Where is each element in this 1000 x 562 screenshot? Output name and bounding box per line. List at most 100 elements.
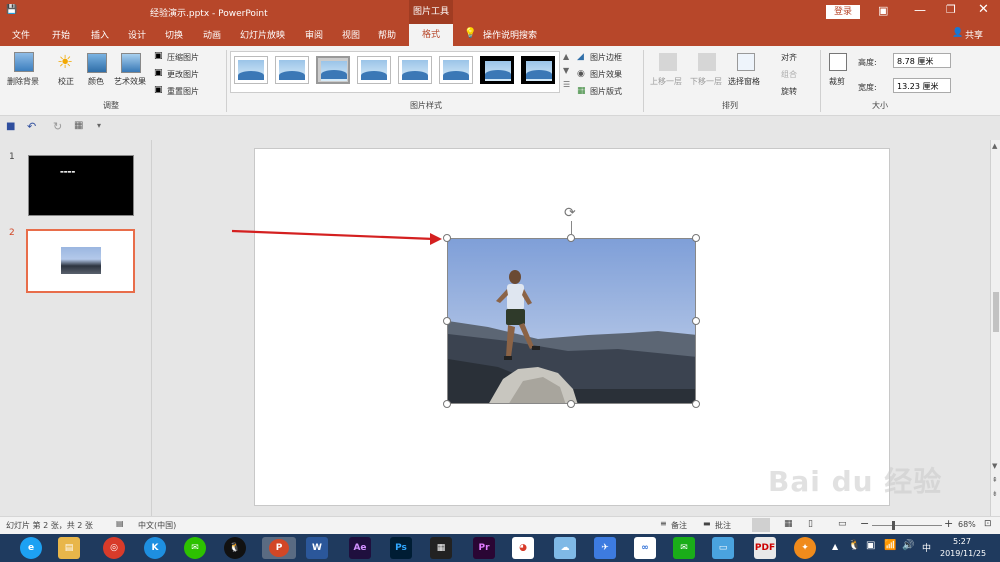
- zoom-level[interactable]: 68%: [958, 520, 976, 529]
- chart-app-icon[interactable]: ◕: [512, 537, 534, 559]
- video-editor-icon[interactable]: ▦: [430, 537, 452, 559]
- tab-review[interactable]: 审阅: [305, 28, 323, 41]
- selection-pane-icon[interactable]: [737, 53, 755, 71]
- style-thumb-6[interactable]: [439, 56, 473, 84]
- style-thumb-7[interactable]: [480, 56, 514, 84]
- align[interactable]: 对齐: [781, 52, 797, 63]
- rotate-handle-icon[interactable]: ⟳: [564, 205, 576, 221]
- notes-app-icon[interactable]: ▭: [712, 537, 734, 559]
- bring-forward[interactable]: 上移一层: [650, 76, 682, 87]
- undo-icon[interactable]: ↶: [27, 120, 36, 133]
- rotate[interactable]: 旋转: [781, 86, 797, 97]
- tab-design[interactable]: 设计: [128, 28, 146, 41]
- selected-picture[interactable]: [447, 238, 696, 404]
- tab-slideshow[interactable]: 幻灯片放映: [240, 28, 285, 41]
- resize-handle-ne[interactable]: [692, 234, 700, 242]
- artistic-effects-label[interactable]: 艺术效果: [114, 76, 146, 87]
- ime-icon[interactable]: 中: [922, 541, 931, 554]
- corrections-icon[interactable]: ☀: [57, 52, 73, 73]
- style-thumb-1[interactable]: [234, 56, 268, 84]
- color-icon[interactable]: [87, 53, 107, 73]
- slide-thumb-1[interactable]: ▬▬▬▬: [28, 155, 134, 216]
- spellcheck-icon[interactable]: ▤: [116, 519, 124, 528]
- share-button[interactable]: 共享: [965, 28, 983, 41]
- notes-button[interactable]: 备注: [671, 520, 687, 531]
- style-thumb-5[interactable]: [398, 56, 432, 84]
- zoom-in-icon[interactable]: +: [944, 517, 953, 530]
- style-thumb-4[interactable]: [357, 56, 391, 84]
- cloud-app-icon[interactable]: ☁: [554, 537, 576, 559]
- reading-view-icon[interactable]: ▯: [808, 519, 813, 529]
- resize-handle-e[interactable]: [692, 317, 700, 325]
- send-backward[interactable]: 下移一层: [690, 76, 722, 87]
- minimize-icon[interactable]: —: [914, 3, 926, 17]
- picture-layout[interactable]: 图片版式: [590, 86, 622, 97]
- netease-music-icon[interactable]: ◎: [103, 537, 125, 559]
- normal-view-icon[interactable]: [752, 518, 770, 532]
- bring-forward-icon[interactable]: [659, 53, 677, 71]
- restore-icon[interactable]: ❐: [946, 3, 956, 16]
- send-backward-icon[interactable]: [698, 53, 716, 71]
- pdf-icon[interactable]: PDF: [754, 537, 776, 559]
- remove-background-label[interactable]: 删除背景: [7, 76, 39, 87]
- clock-date[interactable]: 2019/11/25: [940, 549, 986, 558]
- crop[interactable]: 裁剪: [829, 76, 845, 87]
- login-button[interactable]: 登录: [826, 5, 860, 19]
- prev-slide-icon[interactable]: ⇞: [992, 476, 998, 484]
- tab-transitions[interactable]: 切换: [165, 28, 183, 41]
- network-error-icon[interactable]: ▣: [866, 540, 875, 551]
- powerpoint-taskbar-icon[interactable]: P: [262, 537, 296, 559]
- next-slide-icon[interactable]: ⇟: [992, 490, 998, 498]
- file-explorer-icon[interactable]: ▤: [58, 537, 80, 559]
- resize-handle-s[interactable]: [567, 400, 575, 408]
- reset-picture[interactable]: 重置图片: [167, 86, 199, 97]
- vertical-scrollbar[interactable]: ▲ ▼ ⇞ ⇟: [990, 140, 1000, 516]
- corrections-label[interactable]: 校正: [58, 76, 74, 87]
- customize-qat-icon[interactable]: ▾: [97, 121, 101, 130]
- zoom-out-icon[interactable]: −: [860, 517, 869, 530]
- close-icon[interactable]: ✕: [978, 2, 989, 17]
- slideshow-from-start-icon[interactable]: ▦: [74, 120, 83, 131]
- kugou-icon[interactable]: K: [144, 537, 166, 559]
- style-thumb-2[interactable]: [275, 56, 309, 84]
- height-field[interactable]: 8.78 厘米: [893, 53, 951, 68]
- wechat-icon[interactable]: ✉: [184, 537, 206, 559]
- save-icon[interactable]: 💾: [6, 5, 17, 15]
- fit-slide-icon[interactable]: ⊡: [984, 519, 992, 529]
- wifi-icon[interactable]: 📶: [884, 540, 896, 551]
- tab-animations[interactable]: 动画: [203, 28, 221, 41]
- wechat-work-icon[interactable]: ✉: [673, 537, 695, 559]
- browser-icon[interactable]: e: [20, 537, 42, 559]
- slide-sorter-icon[interactable]: ▦: [784, 519, 793, 529]
- compress-pictures[interactable]: 压缩图片: [167, 52, 199, 63]
- volume-icon[interactable]: 🔊: [902, 540, 914, 551]
- tell-me-search[interactable]: 操作说明搜索: [483, 28, 537, 41]
- selection-pane[interactable]: 选择窗格: [728, 76, 760, 87]
- color-label[interactable]: 颜色: [88, 76, 104, 87]
- resize-handle-sw[interactable]: [443, 400, 451, 408]
- slideshow-view-icon[interactable]: ▭: [838, 519, 847, 529]
- resize-handle-w[interactable]: [443, 317, 451, 325]
- tray-expand-icon[interactable]: ▲: [832, 542, 838, 551]
- scroll-up-icon[interactable]: ▲: [992, 142, 997, 150]
- comments-button[interactable]: 批注: [715, 520, 731, 531]
- zoom-slider[interactable]: [872, 525, 942, 526]
- baidu-netdisk-icon[interactable]: ∞: [634, 537, 656, 559]
- photoshop-icon[interactable]: Ps: [390, 537, 412, 559]
- style-thumb-8[interactable]: [521, 56, 555, 84]
- tab-file[interactable]: 文件: [12, 28, 30, 41]
- save-icon[interactable]: ■: [6, 121, 15, 132]
- language-indicator[interactable]: 中文(中国): [138, 520, 176, 531]
- zoom-slider-thumb[interactable]: [892, 521, 895, 530]
- group[interactable]: 组合: [781, 69, 797, 80]
- tab-help[interactable]: 帮助: [378, 28, 396, 41]
- style-thumb-3[interactable]: [316, 56, 350, 84]
- scroll-thumb[interactable]: [993, 292, 999, 332]
- tab-home[interactable]: 开始: [52, 28, 70, 41]
- word-icon[interactable]: W: [306, 537, 328, 559]
- gallery-down-icon[interactable]: ▼: [563, 66, 569, 75]
- redo-icon[interactable]: ↻: [53, 120, 62, 133]
- picture-effects[interactable]: 图片效果: [590, 69, 622, 80]
- crop-icon[interactable]: [829, 53, 847, 71]
- slide-thumb-2[interactable]: [26, 229, 135, 293]
